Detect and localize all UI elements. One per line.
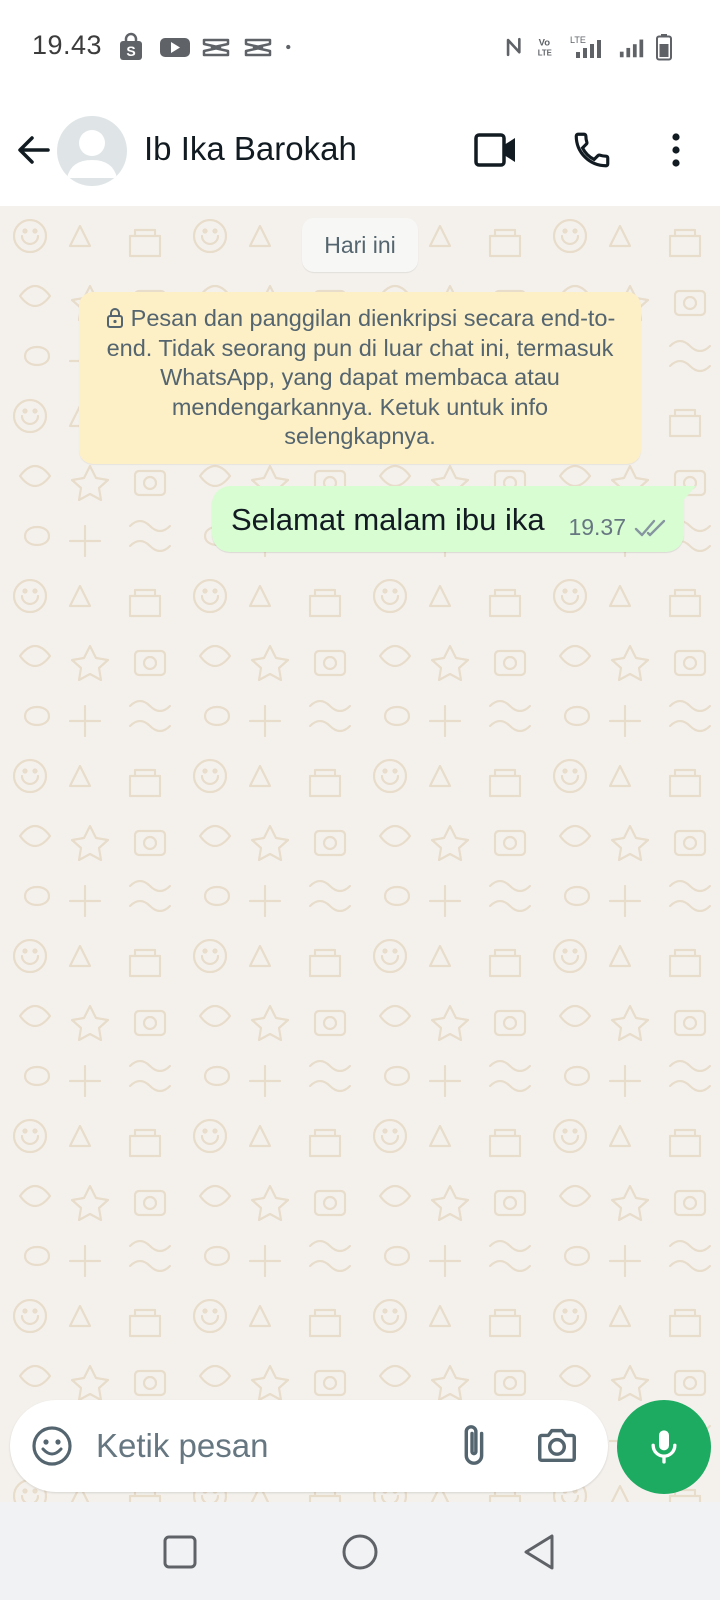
arrow-left-icon	[18, 136, 50, 164]
capcut-icon	[244, 38, 272, 57]
video-camera-icon	[474, 133, 515, 167]
message-input[interactable]	[96, 1422, 426, 1470]
more-vertical-icon	[672, 133, 680, 167]
volte-icon: Vo LTE	[538, 37, 552, 58]
default-avatar-icon	[67, 130, 117, 178]
emoji-button[interactable]	[30, 1424, 74, 1468]
system-navigation-bar	[0, 1502, 720, 1600]
message-time: 19.37	[568, 514, 626, 540]
voice-message-button[interactable]	[617, 1400, 711, 1494]
camera-button[interactable]	[534, 1422, 580, 1468]
svg-text:Vo: Vo	[539, 37, 551, 48]
message-meta: 19.37	[568, 514, 668, 541]
triangle-back-icon	[524, 1534, 554, 1570]
encryption-notice-text: Pesan dan panggilan dienkripsi secara en…	[106, 305, 616, 449]
status-bar: 19.43 S Vo LTE LTE	[0, 0, 720, 96]
message-text: Selamat malam ibu ika	[231, 502, 545, 537]
emoji-icon	[32, 1426, 72, 1466]
message-composer	[10, 1400, 608, 1492]
date-label: Hari ini	[324, 231, 396, 258]
svg-text:LTE: LTE	[538, 49, 552, 58]
lte-signal-icon: LTE	[570, 35, 601, 58]
phone-icon	[574, 132, 610, 168]
recents-button[interactable]	[160, 1532, 200, 1572]
avatar[interactable]	[57, 116, 127, 186]
square-icon	[163, 1535, 197, 1569]
chat-header: Ib Ika Barokah	[0, 96, 720, 206]
home-button[interactable]	[340, 1532, 380, 1572]
voice-call-button[interactable]	[566, 124, 618, 176]
shopping-bag-icon: S	[120, 32, 142, 60]
back-button[interactable]	[12, 128, 56, 172]
encryption-notice[interactable]: Pesan dan panggilan dienkripsi secara en…	[79, 292, 641, 464]
bubble-tail	[680, 486, 696, 504]
camera-icon	[538, 1428, 576, 1463]
nfc-icon	[506, 37, 521, 57]
contact-name[interactable]: Ib Ika Barokah	[144, 130, 357, 168]
date-separator: Hari ini	[302, 218, 418, 272]
dot-icon	[286, 44, 291, 50]
youtube-icon	[160, 38, 190, 57]
signal-icon	[619, 39, 644, 58]
attach-button[interactable]	[450, 1422, 496, 1468]
video-call-button[interactable]	[470, 124, 522, 176]
paperclip-icon	[464, 1425, 484, 1465]
status-time: 19.43	[32, 30, 103, 60]
more-options-button[interactable]	[650, 124, 702, 176]
svg-text:S: S	[126, 43, 135, 59]
notification-icons: S	[116, 32, 300, 62]
double-check-icon	[634, 519, 666, 536]
battery-icon	[656, 34, 672, 61]
svg-text:LTE: LTE	[570, 35, 586, 45]
system-icons: Vo LTE LTE	[502, 32, 674, 62]
nav-back-button[interactable]	[520, 1532, 560, 1572]
circle-icon	[342, 1534, 378, 1570]
lock-icon	[106, 308, 123, 328]
outgoing-message-bubble[interactable]: Selamat malam ibu ika 19.37	[212, 486, 696, 552]
microphone-icon	[651, 1430, 677, 1464]
capcut-icon	[202, 38, 230, 57]
chat-area[interactable]: Hari ini Pesan dan panggilan dienkripsi …	[0, 206, 720, 1502]
